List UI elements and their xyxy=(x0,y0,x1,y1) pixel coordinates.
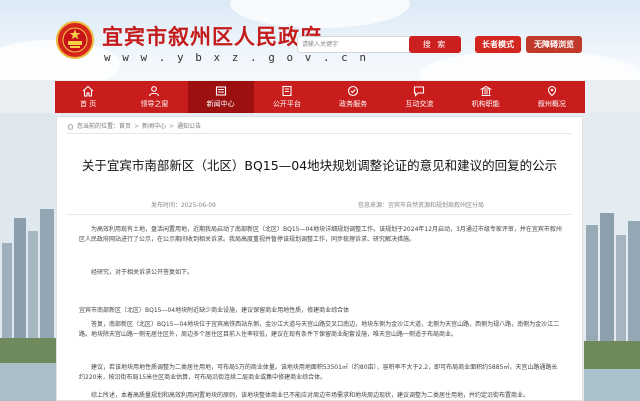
nav-item-leaders[interactable]: 领导之窗 xyxy=(121,81,187,113)
national-emblem-icon xyxy=(56,21,94,59)
article-card: 您当前的位置： 首页 > 新闻中心 > 通知公告 关于宜宾市南部新区（北区）BQ… xyxy=(56,116,583,401)
article-meta: 发布时间：2025-06-09 信息来源：宜宾市自然资源和规划局叙州区分局 xyxy=(67,200,572,212)
home-icon xyxy=(82,85,94,97)
article-paragraph: 综上所述，本着高质量规划和高效利用闲置地块的原则，该地块整体商业已不能应对周边市… xyxy=(91,392,530,399)
nav-label: 新闻中心 xyxy=(206,100,235,108)
publish-date: 发布时间：2025-06-09 xyxy=(151,202,216,209)
nav-item-interaction[interactable]: 互动交流 xyxy=(386,81,452,113)
leader-icon xyxy=(149,86,160,97)
interaction-icon xyxy=(414,86,425,97)
nav-label: 政务服务 xyxy=(339,100,368,108)
article-source: 信息来源：宜宾市自然资源和规划局叙州区分局 xyxy=(358,202,485,209)
search-box: 搜 索 xyxy=(297,36,461,53)
search-input[interactable] xyxy=(302,37,402,52)
article-paragraph: 建议，若该地块用地性质调整为二类居住用地，可布局5万的商业体量。该地块用地面积5… xyxy=(79,364,558,381)
breadcrumb-notices[interactable]: 通知公告 xyxy=(177,121,201,132)
service-icon xyxy=(348,85,359,97)
disclosure-icon xyxy=(282,85,292,97)
article-paragraph: 经研究，对于相关诉求公开答复如下。 xyxy=(91,269,194,276)
breadcrumb-prefix: 您当前的位置： xyxy=(77,123,120,130)
nav-label: 领导之窗 xyxy=(140,100,169,108)
accessible-mode-button[interactable]: 无障碍浏览 xyxy=(526,36,582,53)
breadcrumb: 您当前的位置： 首页 > 新闻中心 > 通知公告 xyxy=(67,121,201,132)
news-icon xyxy=(215,86,226,96)
nav-label: 叙州概况 xyxy=(537,100,566,108)
nav-label: 机构职能 xyxy=(471,100,500,108)
article-title: 关于宜宾市南部新区（北区）BQ15—04地块规划调整论证的意见和建议的回复的公示 xyxy=(81,158,558,173)
breadcrumb-home[interactable]: 首页 xyxy=(119,121,131,132)
cloud-decoration xyxy=(420,50,640,80)
overview-icon xyxy=(547,85,556,97)
breadcrumb-news[interactable]: 新闻中心 xyxy=(142,121,166,132)
organization-icon xyxy=(479,85,492,96)
divider xyxy=(67,214,572,215)
breadcrumb-separator: > xyxy=(169,123,175,130)
article-paragraph: 为高效利用现有土地，盘活闲置用地，近期我局启动了南部新区（北区）BQ15—04地… xyxy=(79,226,562,243)
article-paragraph: 答复，南部新区（北区）BQ15—04地块位于宜宾高铁西站东侧，金沙江大道与天宫山… xyxy=(79,321,560,338)
main-nav: 首 页 领导之窗 新闻中心 公开平台 政务服务 互动交流 机构职能 叙州概况 xyxy=(55,81,585,113)
elder-mode-button[interactable]: 长者模式 xyxy=(475,36,521,53)
nav-label: 公开平台 xyxy=(272,100,301,108)
nav-item-organization[interactable]: 机构职能 xyxy=(453,81,519,113)
breadcrumb-separator: > xyxy=(134,123,140,130)
location-icon xyxy=(67,123,74,130)
site-title[interactable]: 宜宾市叙州区人民政府 xyxy=(102,21,322,51)
nav-label: 互动交流 xyxy=(405,100,434,108)
article-paragraph: 宜宾市南部新区（北区）BQ15—04地块附近缺少商业设施，建议保留商业用地性质，… xyxy=(79,307,350,314)
search-button[interactable]: 搜 索 xyxy=(409,36,461,53)
nav-item-disclosure[interactable]: 公开平台 xyxy=(254,81,320,113)
nav-item-home[interactable]: 首 页 xyxy=(55,81,121,113)
nav-item-news[interactable]: 新闻中心 xyxy=(187,81,254,113)
nav-label: 首 页 xyxy=(80,100,97,108)
nav-item-overview[interactable]: 叙州概况 xyxy=(519,81,585,113)
nav-item-service[interactable]: 政务服务 xyxy=(320,81,386,113)
divider xyxy=(67,133,572,134)
site-header: 宜宾市叙州区人民政府 w w w . y b x z . g o v . c n… xyxy=(0,0,640,80)
